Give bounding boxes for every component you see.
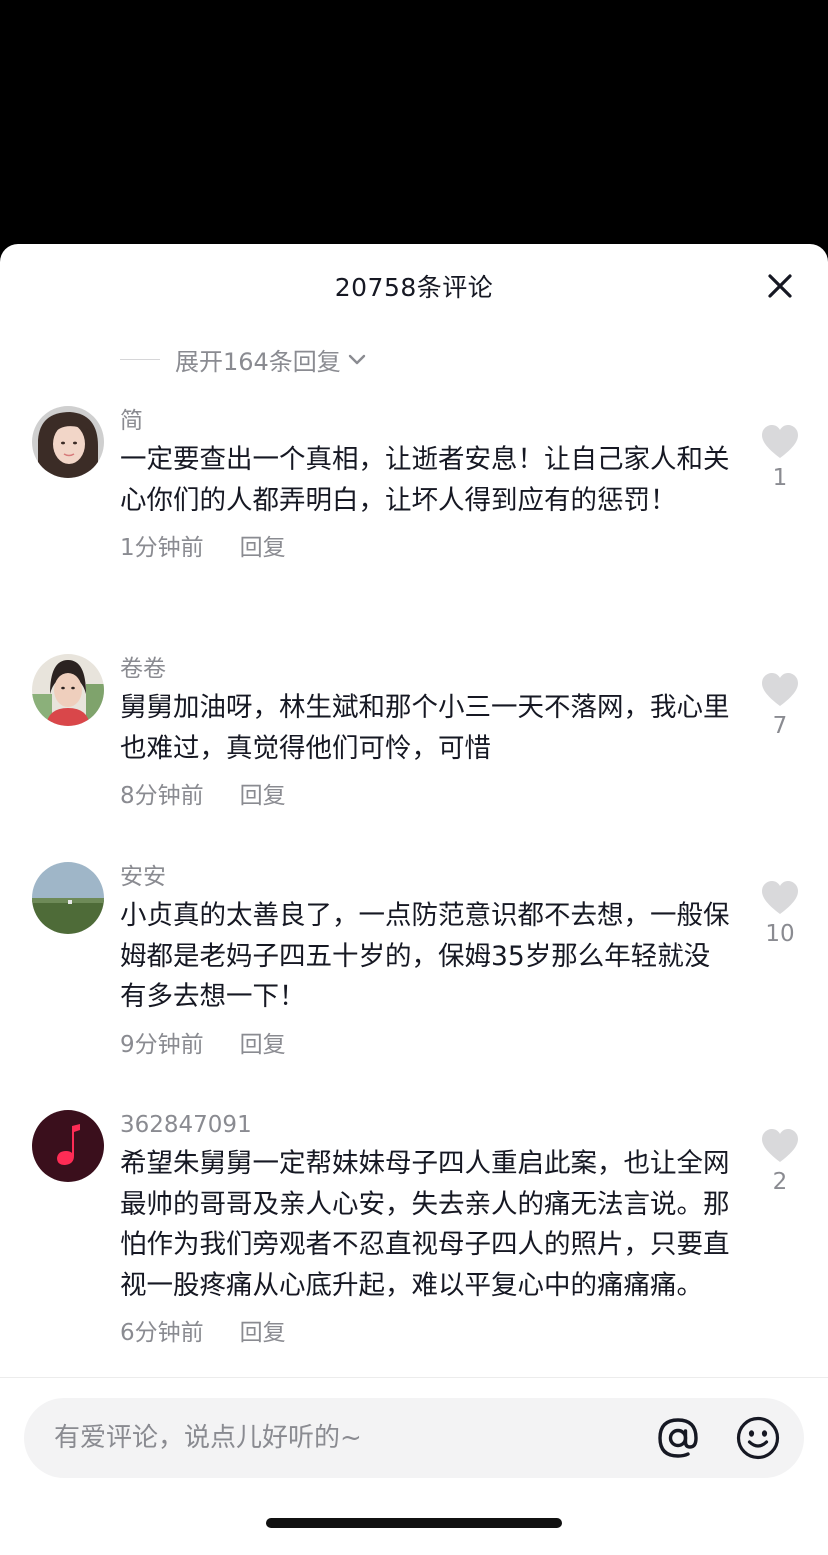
comment-input-bar bbox=[24, 1398, 804, 1478]
comment-body: 安安 小贞真的太善良了，一点防范意识都不去想，一般保姆都是老妈子四五十岁的，保姆… bbox=[120, 862, 730, 1062]
like-count: 2 bbox=[772, 1169, 788, 1195]
expand-replies-button[interactable]: 展开164条回复 bbox=[120, 344, 369, 376]
heart-icon bbox=[762, 673, 798, 706]
emoji-button[interactable] bbox=[734, 1414, 782, 1462]
comment-time: 6分钟前 bbox=[120, 1320, 204, 1346]
like-count: 1 bbox=[772, 465, 788, 491]
comment-text: 希望朱舅舅一定帮妹妹母子四人重启此案，也让全网最帅的哥哥及亲人心安，失去亲人的痛… bbox=[120, 1148, 730, 1301]
reply-button[interactable]: 回复 bbox=[240, 531, 286, 565]
close-button[interactable] bbox=[760, 266, 800, 306]
like-button[interactable]: 10 bbox=[756, 880, 804, 948]
like-button[interactable]: 2 bbox=[756, 1128, 804, 1196]
comment-body: 362847091 希望朱舅舅一定帮妹妹母子四人重启此案，也让全网最帅的哥哥及亲… bbox=[120, 1110, 730, 1350]
smiley-icon bbox=[736, 1416, 780, 1460]
reply-button[interactable]: 回复 bbox=[240, 1028, 286, 1062]
comment-username[interactable]: 简 bbox=[120, 406, 730, 438]
comment-meta: 8分钟前 回复 bbox=[120, 779, 730, 813]
reply-button[interactable]: 回复 bbox=[240, 1316, 286, 1350]
avatar[interactable] bbox=[32, 1110, 104, 1182]
comment-time: 1分钟前 bbox=[120, 535, 204, 561]
like-count: 10 bbox=[765, 921, 795, 947]
home-indicator[interactable] bbox=[266, 1518, 562, 1528]
comment-time: 9分钟前 bbox=[120, 1031, 204, 1058]
heart-icon bbox=[762, 425, 798, 458]
avatar[interactable] bbox=[32, 654, 104, 726]
video-background bbox=[0, 0, 828, 250]
at-icon bbox=[658, 1418, 698, 1458]
like-count: 7 bbox=[772, 713, 788, 739]
comment-text: 一定要查出一个真相，让逝者安息！让自己家人和关心你们的人都弄明白，让坏人得到应有… bbox=[120, 444, 730, 516]
expand-replies-label: 展开164条回复 bbox=[175, 347, 341, 376]
comment-username[interactable]: 362847091 bbox=[120, 1110, 730, 1142]
comment-time: 8分钟前 bbox=[120, 783, 204, 809]
comment-meta: 1分钟前 回复 bbox=[120, 531, 730, 565]
heart-icon bbox=[762, 1129, 798, 1162]
like-button[interactable]: 7 bbox=[756, 672, 804, 740]
mention-button[interactable] bbox=[654, 1414, 702, 1462]
reply-button[interactable]: 回复 bbox=[240, 779, 286, 813]
comment-list[interactable]: 展开164条回复 简 一定要查出一个真相，让逝者安息！让自己家人和关心你们的人都… bbox=[0, 332, 828, 1377]
comment-text: 舅舅加油呀，林生斌和那个小三一天不落网，我心里也难过，真觉得他们可怜，可惜 bbox=[120, 692, 730, 764]
comment-body: 简 一定要查出一个真相，让逝者安息！让自己家人和关心你们的人都弄明白，让坏人得到… bbox=[120, 406, 730, 565]
comment-sheet: 20758条评论 展开164条回复 简 一定要查出一个真相，让逝者安息！让自己家… bbox=[0, 244, 828, 1555]
chevron-down-icon bbox=[348, 354, 366, 365]
comment-meta: 9分钟前 回复 bbox=[120, 1028, 730, 1062]
comment-meta: 6分钟前 回复 bbox=[120, 1316, 730, 1350]
comment-count-title: 20758条评论 bbox=[334, 273, 494, 302]
expand-divider bbox=[120, 358, 160, 360]
comment-text: 小贞真的太善良了，一点防范意识都不去想，一般保姆都是老妈子四五十岁的，保姆35岁… bbox=[120, 900, 730, 1012]
heart-icon bbox=[762, 881, 798, 914]
avatar[interactable] bbox=[32, 406, 104, 478]
like-button[interactable]: 1 bbox=[756, 424, 804, 492]
comment-input[interactable] bbox=[54, 1398, 624, 1478]
comment-username[interactable]: 安安 bbox=[120, 862, 730, 894]
avatar[interactable] bbox=[32, 862, 104, 934]
comment-body: 卷卷 舅舅加油呀，林生斌和那个小三一天不落网，我心里也难过，真觉得他们可怜，可惜… bbox=[120, 654, 730, 813]
comment-username[interactable]: 卷卷 bbox=[120, 654, 730, 686]
close-icon bbox=[768, 274, 792, 298]
comment-input-footer bbox=[0, 1377, 828, 1555]
